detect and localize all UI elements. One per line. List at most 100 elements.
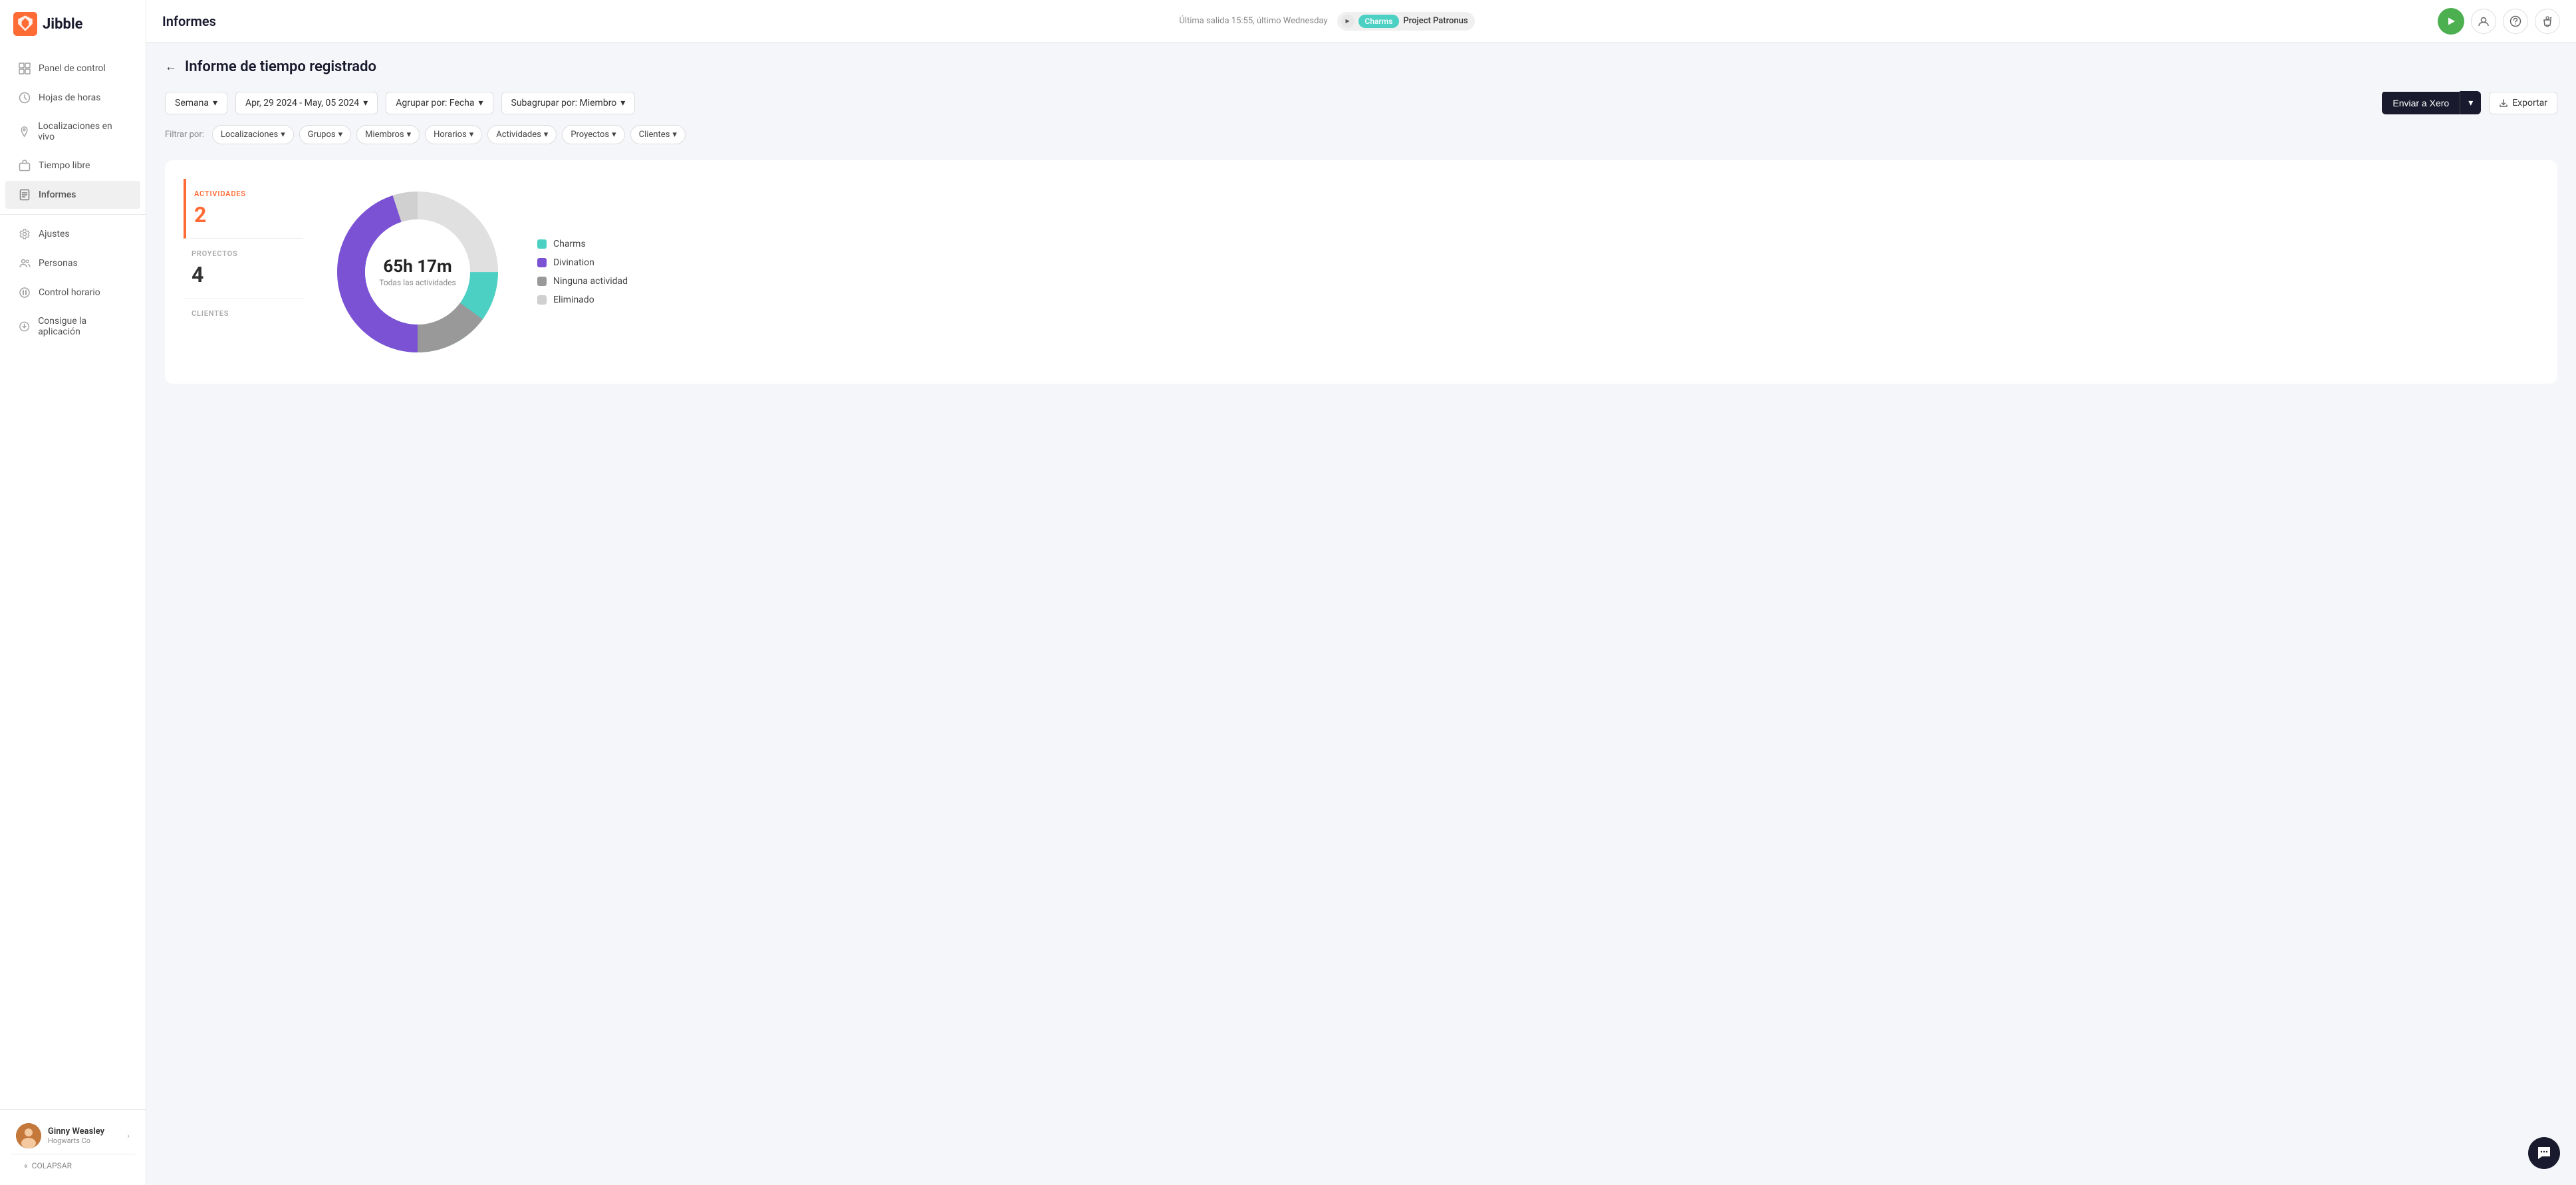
filter-chevron-2: ▾	[338, 130, 343, 140]
date-range-selector[interactable]: Apr, 29 2024 - May, 05 2024 ▾	[235, 92, 378, 114]
notifications-icon-btn[interactable]	[2535, 9, 2560, 34]
clients-stat: CLIENTES	[184, 299, 303, 332]
filter-localizaciones[interactable]: Localizaciones ▾	[212, 125, 294, 144]
page-title: Informe de tiempo registrado	[185, 59, 376, 75]
xero-dropdown-button[interactable]: ▾	[2460, 91, 2481, 114]
main-area: Informes Última salida 15:55, último Wed…	[146, 0, 2576, 1185]
time-control-label: Control horario	[39, 287, 100, 298]
filter-clientes[interactable]: Clientes ▾	[630, 125, 686, 144]
activities-stat-label: ACTIVIDADES	[194, 190, 303, 198]
legend-dot-eliminado	[537, 295, 547, 305]
timer-play-icon: ▶	[1341, 15, 1354, 28]
get-app-label: Consigue la aplicación	[38, 316, 127, 337]
legend-item-eliminado: Eliminado	[537, 295, 628, 305]
legend-label-ninguna: Ninguna actividad	[553, 276, 628, 287]
sidebar-item-settings[interactable]: Ajustes	[5, 220, 140, 248]
projects-stat: PROYECTOS 4	[184, 239, 303, 299]
legend-dot-ninguna	[537, 277, 547, 286]
activities-stat-value: 2	[194, 202, 303, 227]
toolbar: Semana ▾ Apr, 29 2024 - May, 05 2024 ▾ A…	[165, 91, 2557, 114]
question-icon	[2510, 15, 2521, 27]
play-icon	[2446, 16, 2456, 27]
donut-subtitle: Todas las actividades	[379, 278, 456, 287]
user-company: Hogwarts Co	[48, 1136, 120, 1145]
header-center: Última salida 15:55, último Wednesday ▶ …	[227, 12, 2427, 31]
sidebar-item-time-off[interactable]: Tiempo libre	[5, 152, 140, 180]
export-label: Exportar	[2512, 98, 2547, 108]
user-name: Ginny Weasley	[48, 1126, 120, 1136]
filter-proyectos[interactable]: Proyectos ▾	[562, 125, 624, 144]
user-profile[interactable]: Ginny Weasley Hogwarts Co ›	[11, 1118, 135, 1154]
last-exit-text: Última salida 15:55, último Wednesday	[1179, 16, 1327, 26]
play-button[interactable]	[2438, 8, 2464, 35]
group-by-selector[interactable]: Agrupar por: Fecha ▾	[386, 92, 493, 114]
page-content: ← Informe de tiempo registrado Semana ▾ …	[146, 43, 2576, 1185]
filter-row-label: Filtrar por:	[165, 130, 204, 140]
filter-horarios[interactable]: Horarios ▾	[425, 125, 482, 144]
notifications-icon	[2541, 15, 2553, 27]
export-button[interactable]: Exportar	[2489, 92, 2557, 114]
xero-send-button[interactable]: Enviar a Xero	[2382, 92, 2460, 114]
user-icon	[2478, 15, 2490, 27]
timesheets-label: Hojas de horas	[39, 92, 100, 103]
export-icon	[2499, 98, 2508, 108]
sidebar-nav: Panel de control Hojas de horas Localiza…	[0, 48, 146, 1109]
sidebar-item-get-app[interactable]: Consigue la aplicación	[5, 308, 140, 345]
collapse-label: COLAPSAR	[32, 1161, 72, 1170]
page-header: ← Informe de tiempo registrado	[165, 59, 2557, 75]
reports-label: Informes	[39, 190, 76, 200]
help-icon-btn[interactable]	[2503, 9, 2528, 34]
filter-actividades[interactable]: Actividades ▾	[487, 125, 557, 144]
legend-dot-charms	[537, 239, 547, 249]
chevron-right-icon: ›	[127, 1131, 130, 1140]
app-header: Informes Última salida 15:55, último Wed…	[146, 0, 2576, 43]
chat-button[interactable]	[2528, 1137, 2560, 1169]
timer-pill[interactable]: ▶ Charms Project Patronus	[1337, 12, 1475, 31]
dashboard-label: Panel de control	[39, 63, 106, 74]
filter-chevron-3: ▾	[407, 130, 412, 140]
briefcase-icon	[19, 160, 31, 172]
period-chevron-icon: ▾	[213, 98, 217, 108]
donut-chart: 65h 17m Todas las actividades	[324, 179, 511, 365]
sidebar-item-time-control[interactable]: Control horario	[5, 279, 140, 307]
user-icon-btn[interactable]	[2471, 9, 2496, 34]
period-selector[interactable]: Semana ▾	[165, 92, 227, 114]
collapse-sidebar-btn[interactable]: « COLAPSAR	[11, 1154, 135, 1177]
sidebar-item-timesheets[interactable]: Hojas de horas	[5, 84, 140, 112]
legend-item-ninguna: Ninguna actividad	[537, 276, 628, 287]
back-button[interactable]: ←	[165, 60, 177, 74]
sidebar-item-live-locations[interactable]: Localizaciones en vivo	[5, 113, 140, 150]
subgroup-by-selector[interactable]: Subagrupar por: Miembro ▾	[501, 92, 636, 114]
sidebar-item-dashboard[interactable]: Panel de control	[5, 55, 140, 82]
report-card: ACTIVIDADES 2 PROYECTOS 4 CLIENTES	[165, 160, 2557, 384]
sidebar-item-people[interactable]: Personas	[5, 249, 140, 277]
projects-stat-value: 4	[192, 262, 303, 287]
subgroup-by-label: Subagrupar por: Miembro	[511, 98, 617, 108]
user-info: Ginny Weasley Hogwarts Co	[48, 1126, 120, 1145]
app-name: Jibble	[43, 16, 83, 33]
sidebar-bottom: Ginny Weasley Hogwarts Co › « COLAPSAR	[0, 1109, 146, 1185]
time-off-label: Tiempo libre	[39, 160, 90, 171]
avatar	[16, 1123, 41, 1148]
period-label: Semana	[175, 98, 209, 108]
sidebar-item-reports[interactable]: Informes	[5, 181, 140, 209]
date-chevron-icon: ▾	[363, 98, 368, 108]
download-icon	[19, 321, 30, 332]
xero-button-group: Enviar a Xero ▾	[2382, 91, 2481, 114]
jibble-logo-icon	[13, 12, 37, 36]
legend-label-charms: Charms	[553, 239, 586, 249]
filter-grupos[interactable]: Grupos ▾	[299, 125, 351, 144]
people-label: Personas	[39, 258, 78, 269]
stats-column: ACTIVIDADES 2 PROYECTOS 4 CLIENTES	[184, 179, 303, 332]
legend-item-charms: Charms	[537, 239, 628, 249]
filter-miembros[interactable]: Miembros ▾	[356, 125, 420, 144]
document-icon	[19, 189, 31, 201]
grid-icon	[19, 63, 31, 74]
timer-project: Project Patronus	[1403, 16, 1468, 26]
group-by-chevron-icon: ▾	[479, 98, 483, 108]
logo-area: Jibble	[0, 0, 146, 48]
subgroup-by-chevron-icon: ▾	[620, 98, 625, 108]
clients-stat-label: CLIENTES	[192, 309, 303, 318]
live-locations-label: Localizaciones en vivo	[38, 121, 127, 142]
legend-dot-divination	[537, 258, 547, 267]
